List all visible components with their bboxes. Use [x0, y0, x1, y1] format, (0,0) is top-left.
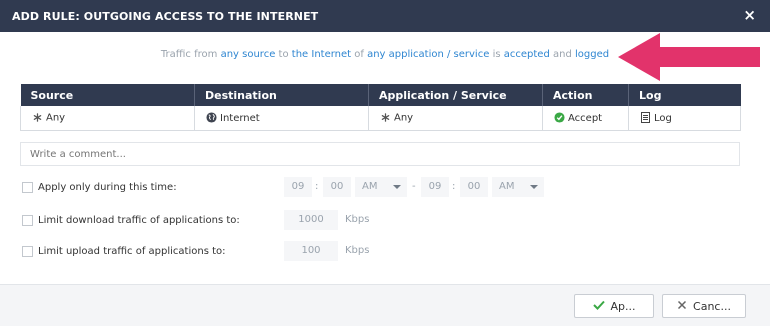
annotation-arrow-icon	[618, 33, 760, 81]
summary-action-link[interactable]: accepted	[504, 49, 550, 60]
end-ampm-value: AM	[499, 181, 515, 192]
dialog-title: ADD RULE: OUTGOING ACCESS TO THE INTERNE…	[12, 10, 319, 23]
upload-option-label: Limit upload traffic of applications to:	[38, 245, 226, 257]
close-icon	[677, 299, 687, 313]
action-cell[interactable]: Accept	[542, 106, 629, 131]
column-header-action: Action	[542, 84, 629, 106]
column-header-source: Source	[20, 84, 195, 106]
upload-option-row: Limit upload traffic of applications to:	[22, 241, 226, 261]
end-time-colon: :	[452, 181, 456, 192]
rule-table-header-row: Source Destination Application / Service…	[20, 84, 741, 106]
destination-cell[interactable]: Internet	[194, 106, 369, 131]
summary-source-link[interactable]: any source	[221, 49, 276, 60]
action-value: Accept	[568, 112, 603, 124]
source-cell[interactable]: Any	[20, 106, 195, 131]
download-option-label: Limit download traffic of applications t…	[38, 214, 240, 226]
start-ampm-select[interactable]: AM	[355, 177, 407, 197]
accept-icon	[553, 112, 565, 124]
end-hour-field[interactable]: 09	[421, 177, 449, 197]
start-hour-field[interactable]: 09	[284, 177, 312, 197]
download-checkbox[interactable]	[22, 214, 33, 226]
rule-table: Source Destination Application / Service…	[20, 84, 741, 131]
start-time-colon: :	[315, 181, 319, 192]
destination-value: Internet	[220, 112, 260, 124]
download-limit-field[interactable]: 1000	[284, 210, 338, 230]
dialog-title-bar: ADD RULE: OUTGOING ACCESS TO THE INTERNE…	[0, 0, 770, 32]
summary-text-prefix: Traffic from	[160, 49, 218, 60]
chevron-down-icon	[530, 185, 538, 189]
download-unit-label: Kbps	[345, 214, 370, 225]
summary-text-of: of	[354, 49, 364, 60]
start-minute-field[interactable]: 00	[323, 177, 351, 197]
upload-unit-label: Kbps	[345, 245, 370, 256]
upload-checkbox[interactable]	[22, 245, 33, 257]
time-option-row: Apply only during this time:	[22, 177, 177, 197]
cancel-button[interactable]: Canc...	[662, 294, 746, 318]
summary-application-link[interactable]: any application / service	[367, 49, 489, 60]
dialog-footer: Ap... Canc...	[0, 284, 770, 326]
download-option-row: Limit download traffic of applications t…	[22, 210, 240, 230]
start-ampm-value: AM	[362, 181, 378, 192]
globe-icon	[205, 112, 217, 124]
summary-destination-link[interactable]: the Internet	[292, 49, 351, 60]
log-value: Log	[654, 112, 672, 124]
summary-text-to: to	[278, 49, 289, 60]
comment-input[interactable]	[20, 142, 740, 166]
time-option-label: Apply only during this time:	[38, 181, 177, 193]
table-row: Any Internet Any Accept Log	[20, 106, 741, 131]
upload-limit-field[interactable]: 100	[284, 241, 338, 261]
summary-text-is: is	[492, 49, 501, 60]
end-minute-field[interactable]: 00	[460, 177, 488, 197]
time-checkbox[interactable]	[22, 181, 33, 193]
close-icon[interactable]: ×	[743, 6, 756, 24]
column-header-log: Log	[628, 84, 741, 106]
document-icon	[639, 111, 651, 124]
apply-button[interactable]: Ap...	[574, 294, 654, 318]
time-range-dash: -	[412, 181, 416, 192]
asterisk-icon	[379, 112, 391, 123]
application-cell[interactable]: Any	[368, 106, 543, 131]
log-cell[interactable]: Log	[628, 106, 741, 131]
summary-text-and: and	[552, 49, 572, 60]
column-header-application: Application / Service	[368, 84, 543, 106]
end-ampm-select[interactable]: AM	[492, 177, 544, 197]
source-value: Any	[46, 112, 66, 124]
apply-button-label: Ap...	[610, 299, 636, 313]
application-value: Any	[394, 112, 414, 124]
chevron-down-icon	[393, 185, 401, 189]
checkmark-icon	[592, 299, 605, 313]
summary-log-link[interactable]: logged	[575, 49, 609, 60]
cancel-button-label: Canc...	[693, 299, 731, 313]
column-header-destination: Destination	[194, 84, 369, 106]
asterisk-icon	[31, 112, 43, 123]
